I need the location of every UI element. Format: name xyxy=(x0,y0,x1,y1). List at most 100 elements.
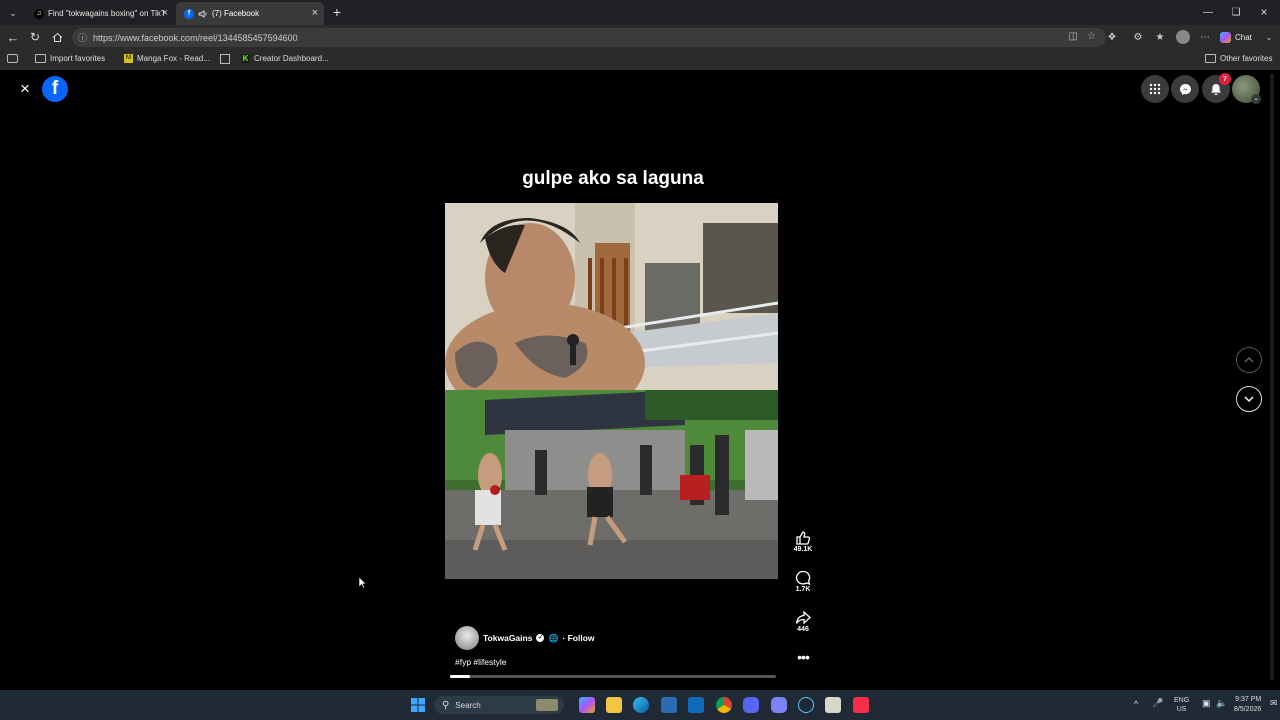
clock[interactable]: 9:37 PM 8/5/2026 xyxy=(1234,695,1261,715)
search-icon: ⚲ xyxy=(442,699,450,711)
home-icon[interactable] xyxy=(49,29,65,45)
like-button[interactable]: 49.1K xyxy=(789,530,817,553)
refresh-icon[interactable]: ↻ xyxy=(27,29,43,45)
favorite-creator-dashboard[interactable]: K Creator Dashboard... xyxy=(241,54,329,63)
browser-essentials-icon[interactable]: ⚙ xyxy=(1131,30,1145,44)
favorite-import[interactable]: Import favorites xyxy=(35,54,105,63)
windows-start-icon[interactable] xyxy=(410,697,426,713)
favorite-bookmark[interactable] xyxy=(220,54,230,64)
chevron-up-icon xyxy=(1244,356,1254,363)
tab-facebook[interactable]: f (7) Facebook × xyxy=(176,2,324,25)
tab-tiktok[interactable]: ♫ Find "tokwagains boxing" on TikTo × xyxy=(26,2,174,25)
next-reel-button[interactable] xyxy=(1236,386,1262,412)
chevron-down-icon[interactable]: ⌄ xyxy=(1264,31,1274,43)
music-icon[interactable] xyxy=(853,697,869,713)
clock-time: 9:37 PM xyxy=(1235,696,1262,703)
scrollbar[interactable] xyxy=(1270,74,1274,680)
notepad-icon[interactable] xyxy=(825,697,841,713)
video-frame-top xyxy=(445,203,778,390)
close-icon[interactable]: × xyxy=(16,79,34,98)
outlook-icon[interactable] xyxy=(688,697,704,713)
chrome-icon[interactable] xyxy=(716,697,732,713)
store-icon[interactable] xyxy=(661,697,677,713)
edge-icon[interactable] xyxy=(633,697,649,713)
notification-badge: 7 xyxy=(1219,73,1231,85)
close-tab-icon[interactable]: × xyxy=(312,7,318,19)
taskbar-search[interactable]: ⚲ Search xyxy=(434,696,564,714)
address-toolbar: ← ↻ ⓘ https://www.facebook.com/reel/1344… xyxy=(0,25,1280,50)
speaker-icon[interactable] xyxy=(198,9,208,19)
network-icon[interactable]: ▣ xyxy=(1202,698,1211,709)
tab-list-icon[interactable]: ⌄ xyxy=(4,4,22,22)
comment-button[interactable]: 1.7K xyxy=(789,570,817,593)
close-tab-icon[interactable]: × xyxy=(162,7,168,19)
menu-grid-icon[interactable] xyxy=(1141,75,1169,103)
copilot-taskbar-icon[interactable] xyxy=(579,697,595,713)
previous-reel-button[interactable] xyxy=(1236,347,1262,373)
reel-video[interactable] xyxy=(445,203,778,579)
manga-fox-icon: M xyxy=(124,54,133,63)
more-options-icon[interactable]: ••• xyxy=(792,649,814,665)
tray-chevron-icon[interactable]: ^ xyxy=(1134,699,1138,709)
copilot-chat-button[interactable]: Chat xyxy=(1220,29,1252,45)
reel-hashtags[interactable]: #fyp #lifestyle xyxy=(455,657,507,667)
author-avatar[interactable] xyxy=(455,626,479,650)
search-highlight-icon xyxy=(536,699,558,711)
share-icon xyxy=(795,610,811,625)
messenger-icon[interactable] xyxy=(1171,75,1199,103)
language-indicator[interactable]: ENG US xyxy=(1174,696,1189,714)
favorite-label: Other favorites xyxy=(1220,54,1273,63)
clock-date: 8/5/2026 xyxy=(1234,706,1262,713)
system-tray: ^ 🎤 ENG US ▣ 🔈 9:37 PM 8/5/2026 ✉ xyxy=(1130,690,1280,720)
file-explorer-icon[interactable] xyxy=(606,697,622,713)
tab-label: (7) Facebook xyxy=(212,9,260,18)
tiktok-icon: ♫ xyxy=(34,8,44,19)
steam-icon[interactable] xyxy=(798,697,814,713)
share-button[interactable]: 446 xyxy=(789,610,817,633)
copilot-icon xyxy=(1220,31,1231,43)
extensions-icon[interactable]: ❖ xyxy=(1105,30,1119,44)
favorite-star-icon[interactable]: ☆ xyxy=(1087,31,1096,42)
microphone-icon[interactable]: 🎤 xyxy=(1152,698,1163,709)
facebook-reel-viewer: × f 7 ⌄ gulpe ako sa laguna 49.1K 1.7K 4… xyxy=(4,70,1276,690)
folder-icon xyxy=(35,54,46,63)
share-count: 446 xyxy=(797,626,809,633)
minimize-icon[interactable]: — xyxy=(1200,4,1216,20)
comment-icon xyxy=(795,570,811,585)
restore-icon[interactable]: ❏ xyxy=(1228,4,1244,20)
discord-icon[interactable] xyxy=(743,697,759,713)
split-screen-icon[interactable]: ◫ xyxy=(1069,31,1078,42)
site-info-icon[interactable]: ⓘ xyxy=(78,31,87,44)
author-name[interactable]: TokwaGains xyxy=(483,633,532,643)
close-window-icon[interactable]: × xyxy=(1256,4,1272,20)
favorite-label: Manga Fox - Read... xyxy=(137,54,210,63)
facebook-logo[interactable]: f xyxy=(42,76,68,102)
badge-count: 7 xyxy=(1223,75,1227,83)
favorite-label: Import favorites xyxy=(50,54,106,63)
other-favorites[interactable]: Other favorites xyxy=(1205,54,1272,63)
discord-ptb-icon[interactable] xyxy=(771,697,787,713)
follow-button[interactable]: · Follow xyxy=(562,633,594,643)
chevron-down-icon xyxy=(1244,396,1254,403)
video-progress-track[interactable] xyxy=(450,675,776,678)
kick-icon: K xyxy=(241,54,250,63)
tab-label: Find "tokwagains boxing" on TikTo xyxy=(48,9,164,18)
like-count: 49.1K xyxy=(793,546,813,553)
keyboard-layout: US xyxy=(1176,706,1187,713)
notification-bell-icon[interactable]: ✉ xyxy=(1270,698,1278,709)
profile-avatar[interactable] xyxy=(1176,30,1190,44)
favorites-menu-icon[interactable] xyxy=(7,54,18,63)
verified-badge-icon: ✓ xyxy=(536,634,545,642)
more-icon[interactable]: ⋯ xyxy=(1198,30,1212,44)
facebook-icon: f xyxy=(184,8,194,19)
mouse-cursor-icon xyxy=(359,577,367,589)
back-icon[interactable]: ← xyxy=(5,29,21,45)
favorites-icon[interactable]: ★ xyxy=(1153,30,1167,44)
tab-bar: ⌄ ♫ Find "tokwagains boxing" on TikTo × … xyxy=(0,0,1280,25)
avatar-chevron-icon[interactable]: ⌄ xyxy=(1251,94,1261,104)
volume-icon[interactable]: 🔈 xyxy=(1216,698,1227,709)
thumbs-up-icon xyxy=(796,531,811,545)
address-field[interactable]: ⓘ https://www.facebook.com/reel/13445854… xyxy=(72,28,1106,47)
new-tab-icon[interactable]: + xyxy=(330,4,344,20)
favorite-manga-fox[interactable]: M Manga Fox - Read... xyxy=(124,54,210,63)
